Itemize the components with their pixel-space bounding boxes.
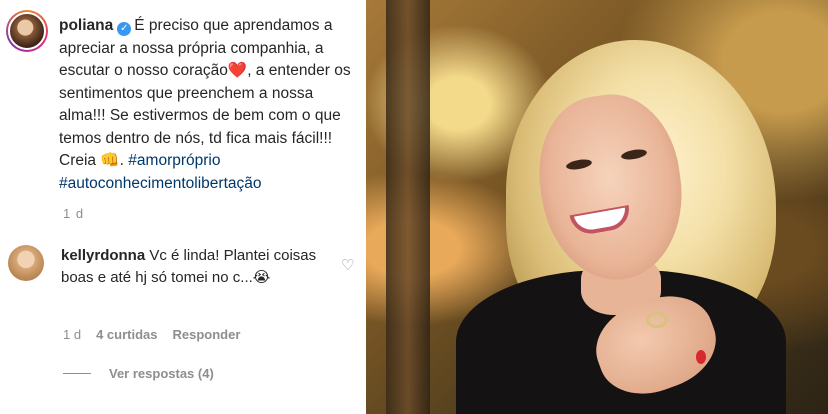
poster-avatar-image: [8, 12, 46, 50]
tree-trunk: [386, 0, 430, 414]
hashtag-amorproprio[interactable]: #amorpróprio: [128, 152, 220, 169]
view-replies-button[interactable]: Ver respostas (4): [63, 366, 214, 381]
post-photo: [366, 0, 828, 414]
post-caption: poliana ✓ É preciso que aprendamos a aprec…: [6, 10, 362, 195]
replies-divider: [63, 373, 91, 374]
reply-button[interactable]: Responder: [173, 327, 241, 342]
verified-badge-icon: ✓: [117, 22, 132, 36]
caption-text: poliana ✓ É preciso que aprendamos a aprec…: [59, 15, 362, 195]
fist-emoji-icon: 👊: [100, 152, 120, 169]
comments-panel: poliana ✓ É preciso que aprendamos a aprec…: [0, 0, 366, 414]
photo-nail: [696, 350, 706, 364]
hashtag-autoconhecimento[interactable]: #autoconhecimentolibertação: [59, 175, 262, 192]
heart-emoji-icon: ❤️: [227, 62, 248, 79]
comment-timestamp[interactable]: 1 d: [63, 327, 81, 342]
commenter-username[interactable]: kellyrdonna: [61, 247, 145, 264]
heart-outline-icon[interactable]: ♡: [341, 258, 356, 273]
comment-item: kellyrdonna Vc é linda! Plantei coisas b…: [6, 245, 362, 288]
crying-emoji-icon: 😭: [252, 268, 271, 286]
poster-username[interactable]: poliana: [59, 17, 113, 34]
post-timestamp[interactable]: 1 d: [63, 206, 84, 221]
commenter-avatar[interactable]: [8, 245, 44, 281]
screen: poliana ✓ É preciso que aprendamos a aprec…: [0, 0, 828, 414]
comment-meta: 1 d 4 curtidas Responder: [63, 327, 240, 342]
caption-part-3: .: [119, 152, 129, 169]
comment-likes[interactable]: 4 curtidas: [96, 327, 157, 342]
comment-text: kellyrdonna Vc é linda! Plantei coisas b…: [61, 245, 331, 288]
photo-ring: [646, 312, 668, 328]
view-replies-label: Ver respostas (4): [109, 366, 214, 381]
poster-avatar[interactable]: [6, 10, 48, 52]
